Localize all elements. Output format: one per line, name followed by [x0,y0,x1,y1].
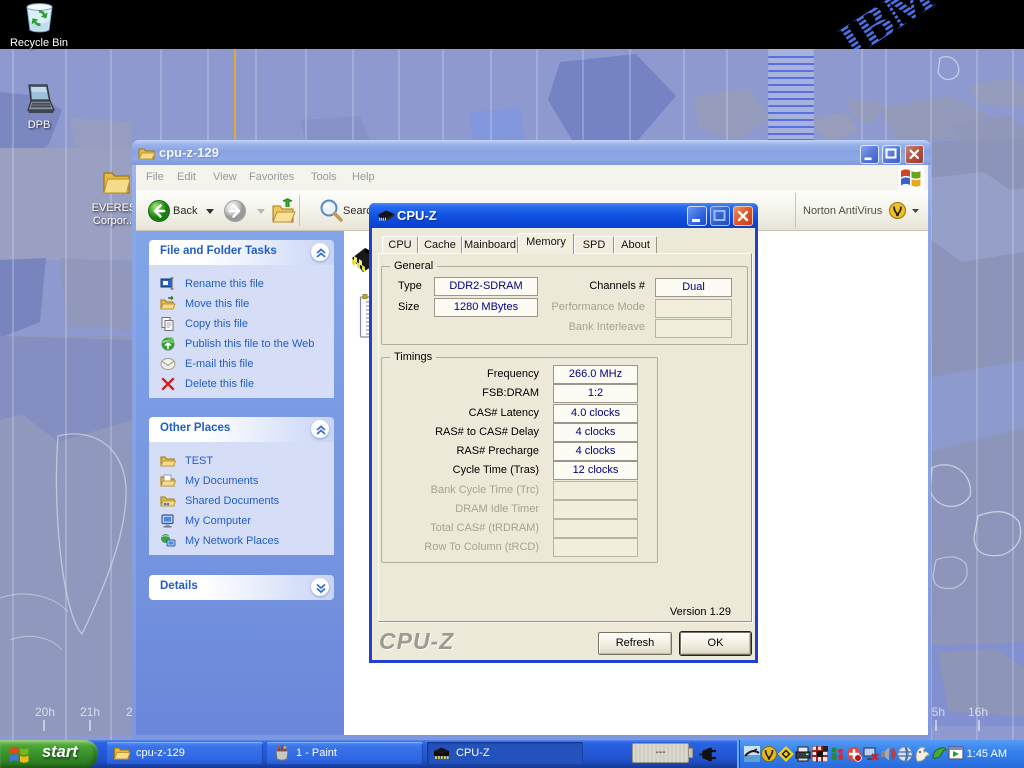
svg-text:21h: 21h [80,705,100,719]
svg-text:16h: 16h [968,705,988,719]
svg-text:20h: 20h [35,705,55,719]
